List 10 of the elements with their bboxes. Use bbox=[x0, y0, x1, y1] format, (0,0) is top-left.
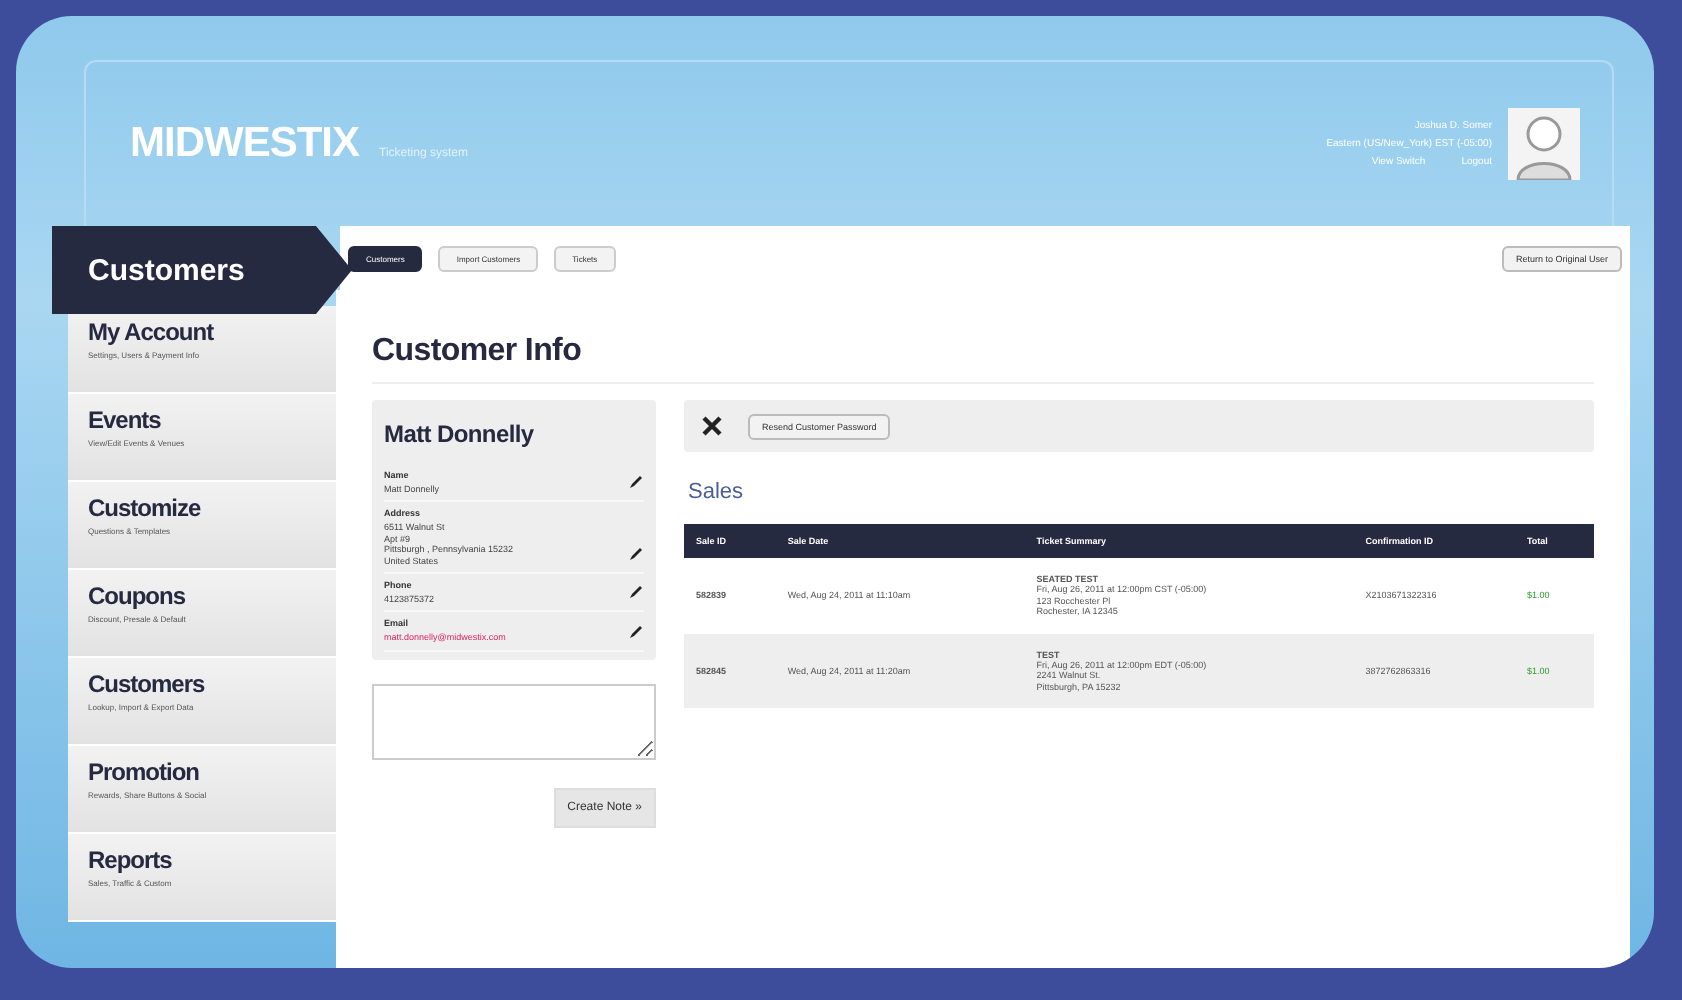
edit-icon[interactable] bbox=[628, 545, 644, 562]
edit-icon[interactable] bbox=[628, 623, 644, 640]
avatar-icon bbox=[1508, 108, 1580, 180]
edit-icon[interactable] bbox=[628, 584, 644, 601]
note-field[interactable] bbox=[372, 683, 656, 760]
section-title: Customers bbox=[52, 226, 352, 314]
sales-heading: Sales bbox=[688, 480, 746, 504]
page-title: Customer Info bbox=[372, 334, 1594, 384]
edit-icon[interactable] bbox=[628, 474, 644, 491]
customer-name: Matt Donnelly bbox=[384, 420, 536, 448]
